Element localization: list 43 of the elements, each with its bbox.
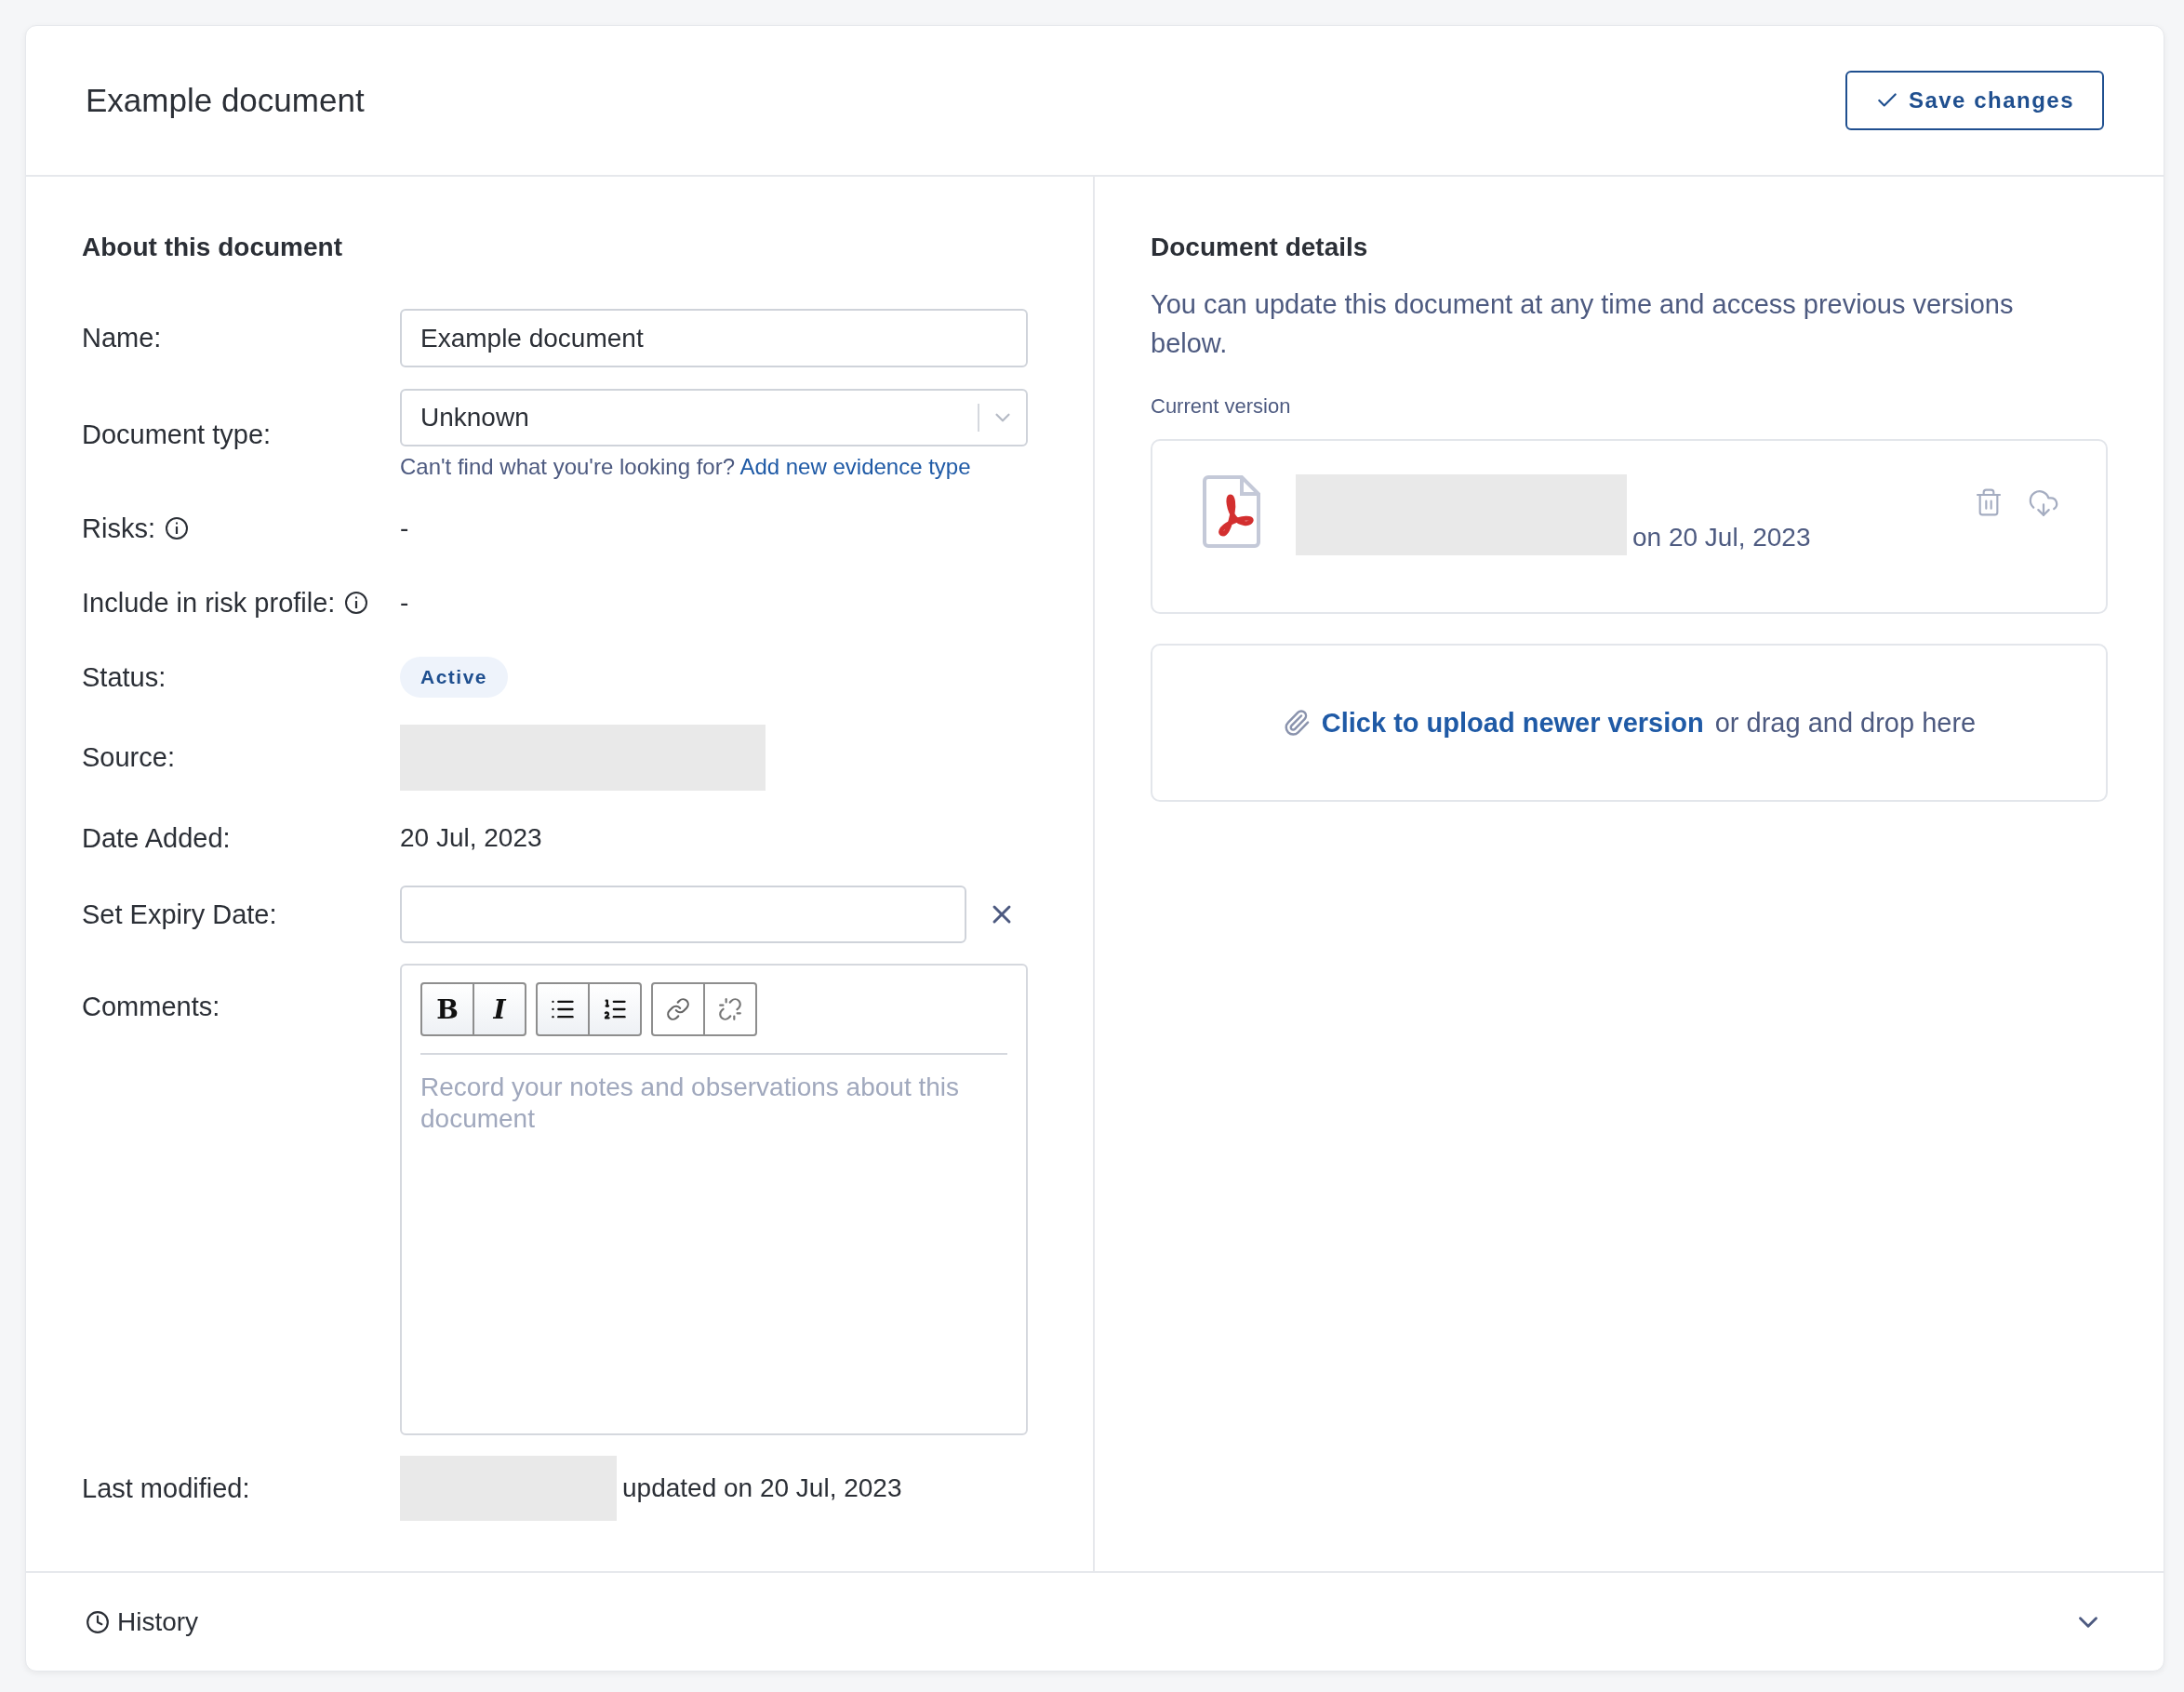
page-title: Example document xyxy=(86,82,365,119)
pdf-file-icon xyxy=(1203,474,1262,549)
field-value: 20 Jul, 2023 xyxy=(400,823,542,853)
modified-text: updated on 20 Jul, 2023 xyxy=(622,1473,902,1503)
field-label: Set Expiry Date: xyxy=(82,899,277,930)
unlink-icon xyxy=(718,997,742,1021)
name-input[interactable]: Example document xyxy=(400,309,1028,367)
history-toggle[interactable]: History xyxy=(86,1606,2072,1637)
add-evidence-type-link[interactable]: Add new evidence type xyxy=(739,454,971,479)
help-text: Can't find what you're looking for? Add new evidence type xyxy=(400,454,972,480)
section-heading: Document details xyxy=(1151,233,1369,262)
field-label: Last modified: xyxy=(82,1472,250,1504)
field-value: - xyxy=(400,513,409,543)
document-type-select[interactable]: Unknown xyxy=(400,389,1028,446)
numbered-list-button[interactable] xyxy=(588,982,642,1036)
upload-link[interactable]: Click to upload newer version xyxy=(1321,707,1704,739)
section-heading: About this document xyxy=(82,233,343,262)
drop-hint: or drag and drop here xyxy=(1714,707,1977,739)
version-date: on 20 Jul, 2023 xyxy=(1632,523,1812,553)
upload-dropzone[interactable]: Click to upload newer version or drag and drop here xyxy=(1151,644,2108,802)
field-label: Document type: xyxy=(82,419,272,450)
field-label: Status: xyxy=(82,661,166,693)
unlink-button[interactable] xyxy=(703,982,757,1036)
current-version-label: Current version xyxy=(1151,394,1292,419)
clock-icon xyxy=(86,1609,110,1634)
status-badge: Active xyxy=(400,657,509,698)
field-label: Name: xyxy=(82,323,162,353)
expiry-date-input[interactable] xyxy=(400,886,966,943)
field-value: - xyxy=(400,588,409,618)
field-label: Comments: xyxy=(82,992,220,1022)
bullet-list-button[interactable] xyxy=(536,982,590,1036)
field-label: Source: xyxy=(82,742,175,773)
bold-button[interactable]: B xyxy=(420,982,474,1036)
link-icon xyxy=(666,997,690,1021)
field-label: Date Added: xyxy=(82,822,231,854)
intro-text: You can update this document at any time and access previous versions below. xyxy=(1151,288,2015,360)
comments-placeholder: Record your notes and observations about this document xyxy=(420,1072,961,1135)
field-label: Risks: xyxy=(82,513,155,544)
field-label: Include in risk profile: xyxy=(82,587,336,619)
italic-button[interactable]: I xyxy=(473,982,526,1036)
comments-editor[interactable]: B I Record your notes and observations about this document xyxy=(400,964,1028,1435)
link-button[interactable] xyxy=(651,982,705,1036)
save-button[interactable]: Save changes xyxy=(1844,71,2104,130)
